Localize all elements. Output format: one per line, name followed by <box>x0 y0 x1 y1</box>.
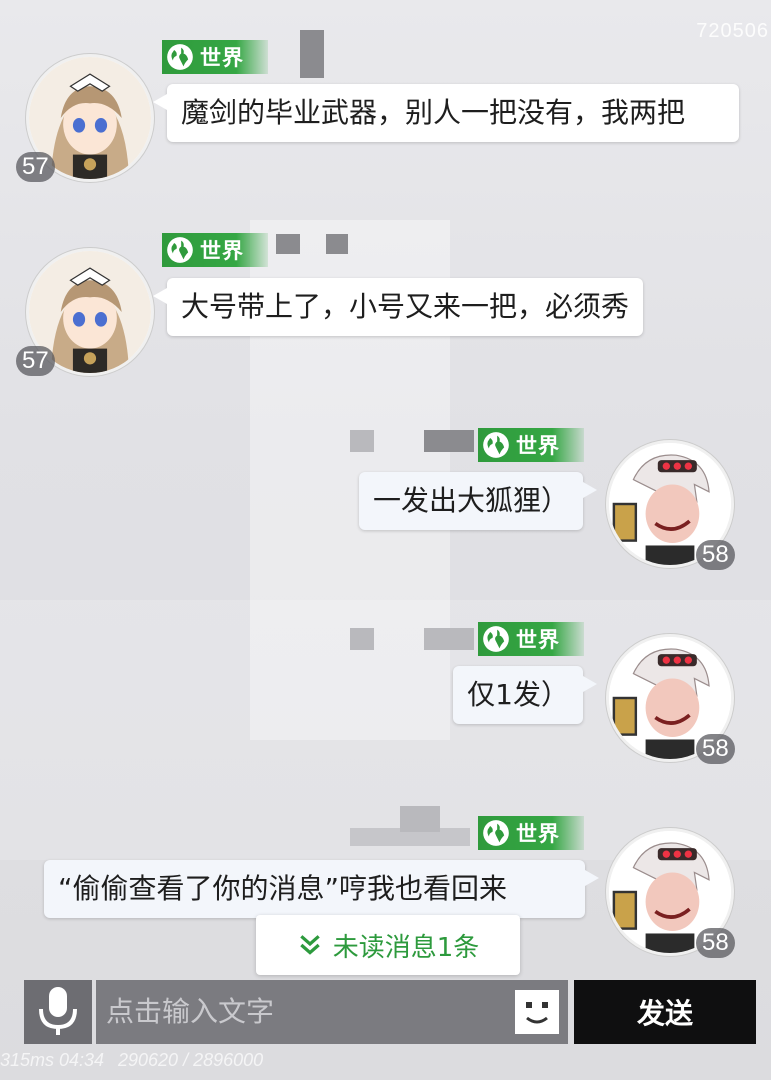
redacted-name <box>326 234 348 254</box>
channel-tag: 世界 <box>478 622 584 656</box>
unread-messages-banner[interactable]: 未读消息1条 <box>256 915 520 975</box>
redacted-name <box>350 828 470 846</box>
redacted-name <box>350 628 374 650</box>
channel-tag-label: 世界 <box>516 434 560 458</box>
double-chevron-down-icon <box>299 935 320 955</box>
level-badge: 57 <box>16 346 55 376</box>
send-button[interactable]: 发送 <box>574 980 756 1044</box>
message-bubble[interactable]: “偷偷查看了你的消息”哼我也看回来 <box>44 860 599 918</box>
message-bubble[interactable]: 仅1发） <box>453 666 597 724</box>
status-latency: 315ms 04:34 <box>0 1050 105 1070</box>
microphone-icon <box>39 987 77 1035</box>
redacted-name <box>276 234 300 254</box>
message-bubble[interactable]: 一发出大狐狸） <box>358 472 598 530</box>
channel-tag-label: 世界 <box>200 239 244 263</box>
channel-tag: 世界 <box>478 428 584 462</box>
status-counter: 290620 / 2896000 <box>118 1050 264 1070</box>
channel-tag: 世界 <box>478 816 584 850</box>
redacted-name <box>424 628 474 650</box>
globe-icon <box>483 820 509 846</box>
redacted-name <box>424 430 474 452</box>
message-bubble[interactable]: 大号带上了，小号又来一把，必须秀 <box>152 278 644 336</box>
message-bubble[interactable]: 魔剑的毕业武器，别人一把没有，我两把 <box>153 84 739 142</box>
channel-tag-label: 世界 <box>516 628 560 652</box>
globe-icon <box>483 626 509 652</box>
redacted-name <box>300 30 324 78</box>
channel-tag: 世界 <box>162 40 268 74</box>
globe-icon <box>167 237 193 263</box>
globe-icon <box>483 432 509 458</box>
redacted-name <box>350 430 374 452</box>
level-badge: 58 <box>696 928 735 958</box>
level-badge: 58 <box>696 540 735 570</box>
unread-label: 未读消息1条 <box>332 932 480 963</box>
channel-tag-label: 世界 <box>200 46 244 70</box>
message-input[interactable]: 点击输入文字 <box>96 980 506 1044</box>
chat-input-bar: 点击输入文字 发送 <box>0 978 771 1048</box>
level-badge: 57 <box>16 152 55 182</box>
channel-tag-label: 世界 <box>516 822 560 846</box>
emoji-button[interactable] <box>506 980 568 1044</box>
emoji-icon <box>515 990 559 1034</box>
channel-tag: 世界 <box>162 233 268 267</box>
voice-button[interactable] <box>24 980 92 1044</box>
level-badge: 58 <box>696 734 735 764</box>
globe-icon <box>167 44 193 70</box>
watermark-id: 720506 <box>696 20 769 42</box>
